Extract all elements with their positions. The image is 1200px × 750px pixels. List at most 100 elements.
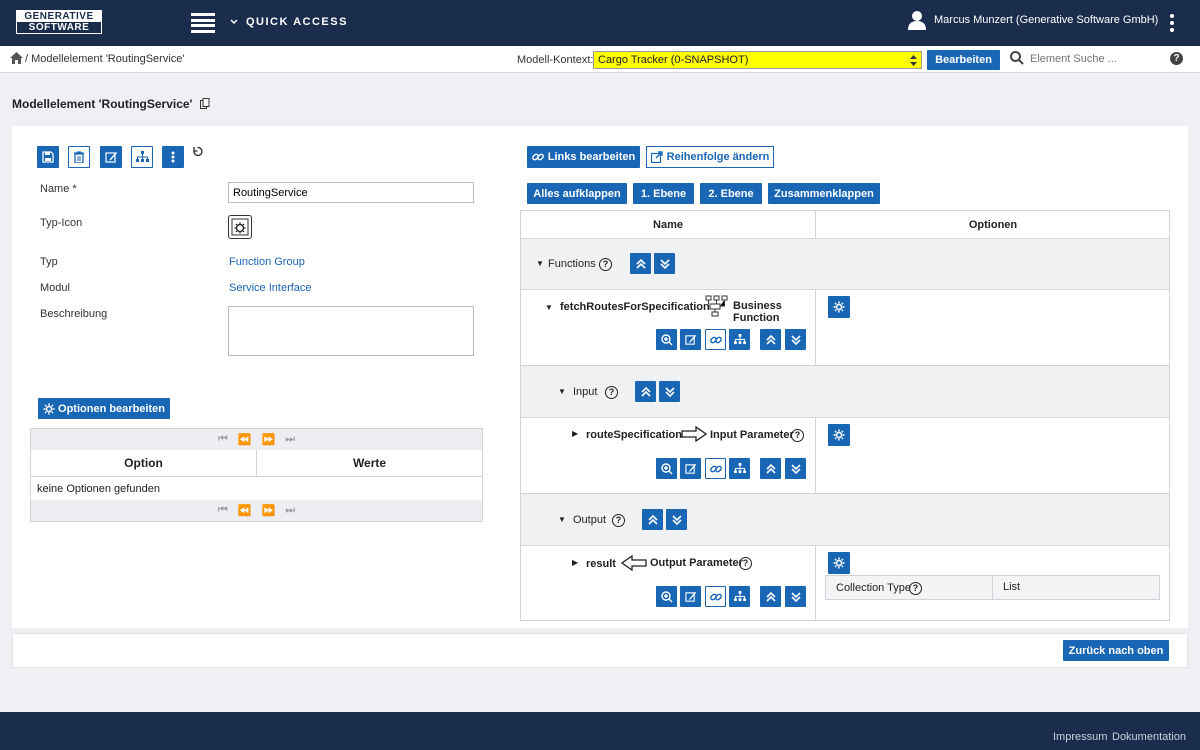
collapsed-caret-icon[interactable]: ▶ — [572, 558, 578, 567]
context-bar: / Modellelement 'RoutingService' Modell-… — [0, 46, 1200, 73]
expand-down-button[interactable] — [666, 509, 687, 530]
undo-icon[interactable] — [192, 146, 203, 160]
type-link[interactable]: Function Group — [229, 256, 305, 268]
user-menu[interactable]: Marcus Munzert (Generative Software GmbH… — [908, 10, 1158, 30]
edit-options-button[interactable]: Optionen bearbeiten — [38, 398, 170, 419]
hierarchy-button[interactable] — [131, 146, 153, 168]
back-to-top-button[interactable]: Zurück nach oben — [1063, 640, 1169, 661]
expand-down-button[interactable] — [785, 329, 806, 350]
collapse-up-button[interactable] — [760, 586, 781, 607]
collapse-up-button[interactable] — [630, 253, 651, 274]
help-icon[interactable]: ? — [605, 386, 618, 399]
chevron-down-icon[interactable] — [230, 17, 238, 29]
prev-page-icon[interactable]: ⏪ — [238, 433, 252, 446]
expand-down-button[interactable] — [659, 381, 680, 402]
more-options-icon[interactable] — [1170, 14, 1176, 32]
level-1-button[interactable]: 1. Ebene — [633, 183, 694, 204]
model-context-select[interactable]: Cargo Tracker (0-SNAPSHOT) — [593, 51, 922, 69]
pager-bottom: ⏮ ⏪ ⏩ ⏭ — [31, 500, 482, 521]
collapse-up-button[interactable] — [635, 381, 656, 402]
zoom-icon — [660, 333, 672, 345]
copy-icon[interactable] — [200, 98, 210, 113]
last-page-icon[interactable]: ⏭ — [285, 433, 295, 446]
collapse-up-button[interactable] — [642, 509, 663, 530]
tree-node-input: ▼ Input ? — [521, 366, 815, 417]
expand-down-button[interactable] — [654, 253, 675, 274]
link-icon — [709, 336, 722, 343]
inspect-button[interactable] — [656, 329, 677, 350]
expanded-caret-icon[interactable]: ▼ — [536, 259, 544, 268]
save-icon — [42, 151, 54, 163]
company-logo[interactable]: GENERATIVE SOFTWARE — [16, 10, 102, 34]
link-node-button[interactable] — [705, 329, 726, 350]
expanded-caret-icon[interactable]: ▼ — [558, 515, 566, 524]
menu-icon[interactable] — [191, 13, 215, 33]
help-icon[interactable]: ? — [909, 582, 922, 595]
help-icon[interactable]: ? — [599, 258, 612, 271]
node-options-button[interactable] — [828, 424, 850, 446]
node-options-button[interactable] — [828, 296, 850, 318]
help-icon[interactable]: ? — [612, 514, 625, 527]
option-column-header[interactable]: Option — [31, 450, 257, 477]
description-textarea[interactable] — [228, 306, 474, 356]
edit-links-button[interactable]: Links bearbeiten — [527, 146, 640, 168]
name-column-header: Name — [653, 218, 683, 231]
help-icon[interactable]: ? — [739, 557, 752, 570]
edit-button[interactable] — [100, 146, 122, 168]
module-link[interactable]: Service Interface — [229, 282, 312, 294]
expanded-caret-icon[interactable]: ▼ — [558, 387, 566, 396]
collapse-up-button[interactable] — [760, 458, 781, 479]
link-node-button[interactable] — [705, 586, 726, 607]
expanded-caret-icon[interactable]: ▼ — [545, 303, 553, 312]
help-icon[interactable]: ? — [791, 429, 804, 442]
element-search-input[interactable] — [1030, 50, 1155, 68]
expand-down-button[interactable] — [785, 458, 806, 479]
chevrons-up-icon — [635, 258, 646, 269]
name-input[interactable] — [228, 182, 474, 203]
sitemap-icon — [135, 151, 149, 162]
more-actions-button[interactable] — [162, 146, 184, 168]
description-label: Beschreibung — [40, 308, 108, 320]
hierarchy-node-button[interactable] — [729, 586, 750, 607]
node-options-button[interactable] — [828, 552, 850, 574]
edit-node-button[interactable] — [680, 329, 701, 350]
save-button[interactable] — [37, 146, 59, 168]
collapsed-caret-icon[interactable]: ▶ — [572, 429, 578, 438]
quick-access-menu[interactable]: QUICK ACCESS — [246, 16, 348, 28]
first-page-icon[interactable]: ⏮ — [218, 504, 228, 517]
zoom-icon — [660, 590, 672, 602]
hierarchy-node-button[interactable] — [729, 458, 750, 479]
help-icon[interactable]: ? — [1170, 52, 1183, 65]
edit-node-button[interactable] — [680, 458, 701, 479]
inspect-button[interactable] — [656, 458, 677, 479]
impressum-link[interactable]: Impressum — [1053, 731, 1107, 743]
level-2-button[interactable]: 2. Ebene — [700, 183, 762, 204]
search-icon[interactable] — [1010, 51, 1024, 68]
sitemap-icon — [733, 591, 746, 602]
first-page-icon[interactable]: ⏮ — [218, 433, 228, 446]
change-order-button[interactable]: Reihenfolge ändern — [646, 146, 774, 168]
expand-all-button[interactable]: Alles aufklappen — [527, 183, 627, 204]
gear-icon — [833, 557, 845, 569]
chevrons-up-icon — [765, 463, 776, 474]
edit-context-button[interactable]: Bearbeiten — [927, 50, 1000, 70]
link-node-button[interactable] — [705, 458, 726, 479]
type-label: Typ — [40, 256, 58, 268]
edit-node-button[interactable] — [680, 586, 701, 607]
collapse-up-button[interactable] — [760, 329, 781, 350]
expand-down-button[interactable] — [785, 586, 806, 607]
output-arrow-icon — [621, 555, 647, 571]
tree-node-result: ▶ result Output Parameter ? — [521, 546, 815, 620]
collapse-button[interactable]: Zusammenklappen — [768, 183, 880, 204]
options-table: ⏮ ⏪ ⏩ ⏭ Option Werte keine Optionen gefunde… — [30, 428, 483, 522]
last-page-icon[interactable]: ⏭ — [285, 504, 295, 517]
home-icon[interactable] — [10, 52, 23, 67]
documentation-link[interactable]: Dokumentation — [1112, 731, 1186, 743]
hierarchy-node-button[interactable] — [729, 329, 750, 350]
delete-button[interactable] — [68, 146, 90, 168]
next-page-icon[interactable]: ⏩ — [262, 433, 276, 446]
prev-page-icon[interactable]: ⏪ — [238, 504, 252, 517]
inspect-button[interactable] — [656, 586, 677, 607]
next-page-icon[interactable]: ⏩ — [262, 504, 276, 517]
values-column-header[interactable]: Werte — [257, 450, 482, 477]
